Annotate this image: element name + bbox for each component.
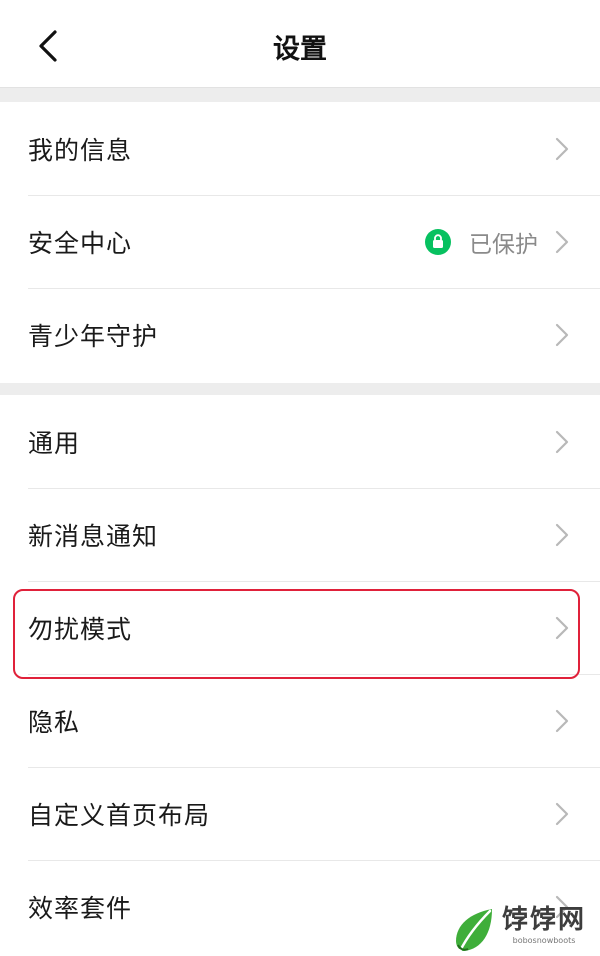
- row-label: 青少年守护: [28, 321, 159, 351]
- row-label: 勿扰模式: [28, 614, 133, 644]
- chevron-right-icon: [555, 137, 569, 160]
- row-label: 效率套件: [28, 893, 133, 923]
- chevron-right-icon: [555, 709, 569, 732]
- chevron-right-icon: [555, 430, 569, 453]
- back-button[interactable]: [30, 26, 66, 66]
- row-label: 安全中心: [28, 228, 133, 258]
- row-general[interactable]: 通用: [0, 395, 600, 488]
- row-youth-guard[interactable]: 青少年守护: [0, 288, 600, 381]
- watermark: 饽饽网 bobosnowboots: [450, 905, 600, 956]
- chevron-right-icon: [555, 802, 569, 825]
- chevron-right-icon: [555, 323, 569, 346]
- watermark-name: 饽饽网: [502, 905, 587, 935]
- row-my-info[interactable]: 我的信息: [0, 102, 600, 195]
- row-security-center[interactable]: 安全中心 已保护: [0, 195, 600, 288]
- chevron-left-icon: [39, 30, 57, 62]
- row-new-message-notification[interactable]: 新消息通知: [0, 488, 600, 581]
- chevron-right-icon: [555, 523, 569, 546]
- security-status: 已保护: [425, 225, 538, 259]
- watermark-sub: bobosnowboots: [512, 936, 576, 945]
- settings-group-account: 我的信息 安全中心 已保护 青少年守护: [0, 102, 600, 383]
- chevron-right-icon: [555, 230, 569, 253]
- status-text: 已保护: [469, 231, 538, 258]
- row-label: 我的信息: [28, 135, 133, 165]
- nav-bar: 设置: [0, 0, 600, 88]
- page-title: 设置: [273, 34, 327, 65]
- settings-group-general: 通用 新消息通知 勿扰模式 隐私 自定义首页布局 效率套件: [0, 395, 600, 956]
- row-label: 自定义首页布局: [28, 800, 211, 830]
- row-label: 新消息通知: [28, 521, 159, 551]
- row-label: 隐私: [28, 707, 81, 737]
- leaf-logo-icon: [456, 909, 492, 953]
- row-label: 通用: [28, 428, 81, 458]
- row-custom-home-layout[interactable]: 自定义首页布局: [0, 767, 600, 860]
- lock-icon: [425, 228, 451, 255]
- row-do-not-disturb[interactable]: 勿扰模式: [0, 581, 600, 674]
- row-privacy[interactable]: 隐私: [0, 674, 600, 767]
- chevron-right-icon: [555, 616, 569, 639]
